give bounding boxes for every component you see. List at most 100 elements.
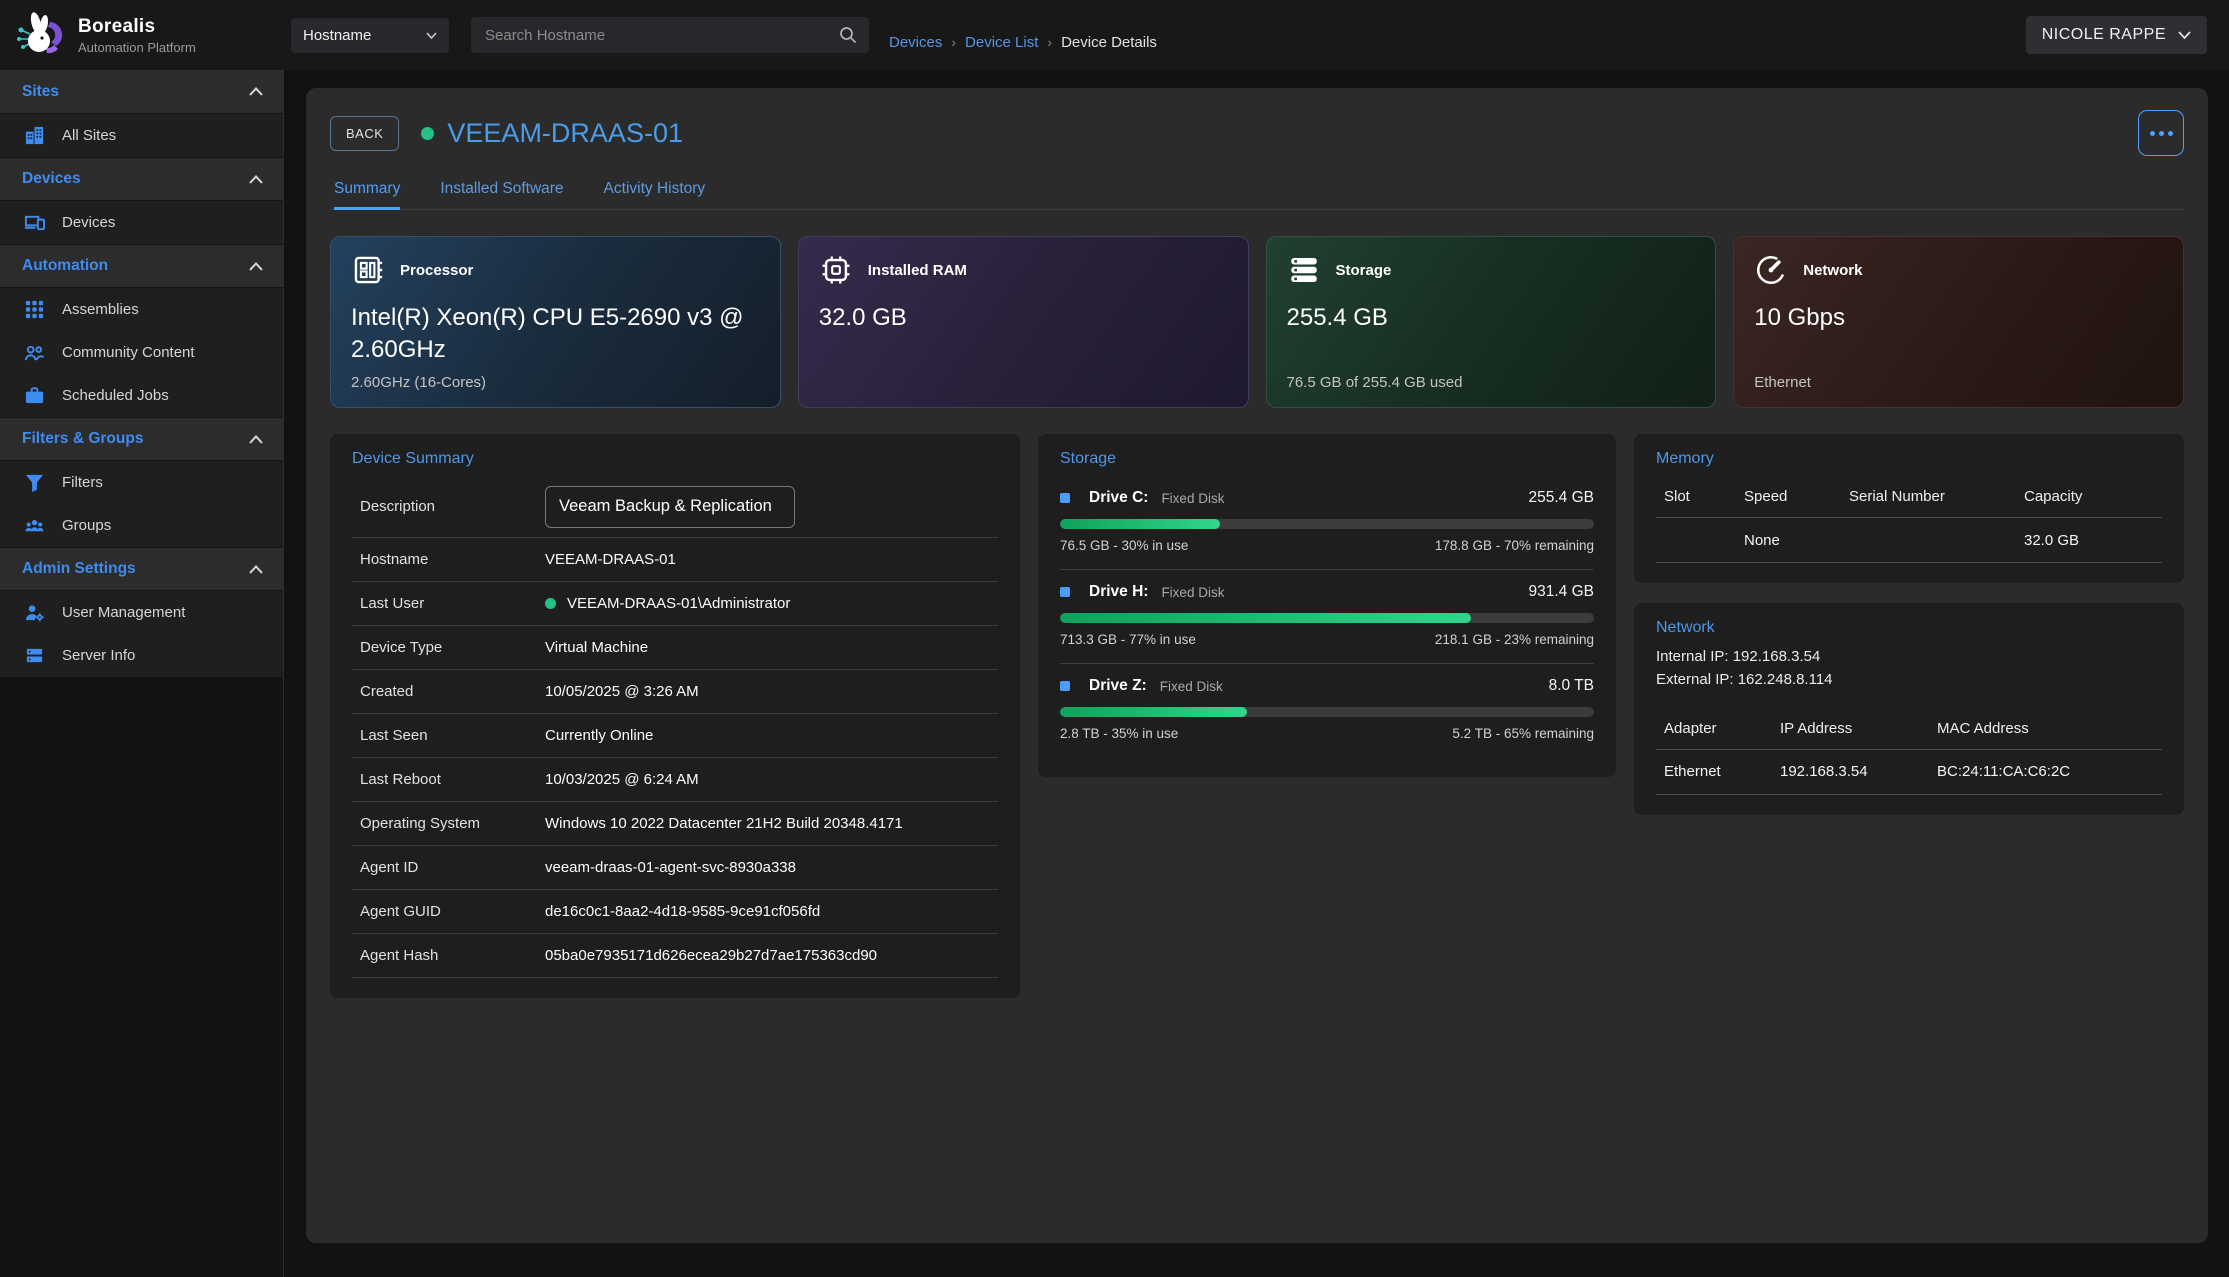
summary-row-created: Created 10/05/2025 @ 3:26 AM — [352, 670, 998, 714]
search-field-dropdown[interactable]: Hostname — [291, 18, 449, 53]
brand-text: Borealis Automation Platform — [78, 16, 196, 55]
sidebar-header-filters-groups[interactable]: Filters & Groups — [0, 417, 283, 461]
sidebar-header-label: Sites — [22, 83, 59, 101]
device-summary-panel: Device Summary Description Hostname VEEA… — [330, 434, 1020, 998]
row-value: 10/05/2025 @ 3:26 AM — [545, 683, 990, 700]
sidebar-item-label: User Management — [62, 604, 185, 621]
sidebar-item-groups[interactable]: Groups — [0, 504, 283, 547]
tab-activity-history[interactable]: Activity History — [604, 180, 706, 209]
drive-name: Drive Z: — [1089, 677, 1147, 695]
tab-summary[interactable]: Summary — [334, 180, 400, 209]
breadcrumb-device-list[interactable]: Device List — [965, 34, 1038, 51]
row-value: Currently Online — [545, 727, 990, 744]
network-adapter-value: Ethernet — [1664, 763, 1780, 780]
row-label: Operating System — [360, 815, 545, 832]
row-value: veeam-draas-01-agent-svc-8930a338 — [545, 859, 990, 876]
drive-usage-bar — [1060, 519, 1594, 529]
drive-usage-fill — [1060, 707, 1247, 717]
sidebar-header-automation[interactable]: Automation — [0, 244, 283, 288]
memory-capacity-value: 32.0 GB — [2024, 532, 2154, 549]
sidebar-item-all-sites[interactable]: All Sites — [0, 114, 283, 157]
memory-table-header: Slot Speed Serial Number Capacity — [1656, 476, 2162, 518]
ellipsis-icon — [2150, 131, 2155, 136]
breadcrumb-devices[interactable]: Devices — [889, 34, 942, 51]
sidebar-item-user-management[interactable]: User Management — [0, 591, 283, 634]
drive-capacity: 8.0 TB — [1549, 677, 1594, 695]
sidebar-item-label: Server Info — [62, 647, 135, 664]
sidebar-item-scheduled-jobs[interactable]: Scheduled Jobs — [0, 374, 283, 417]
network-ip-value: 192.168.3.54 — [1780, 763, 1937, 780]
cpu-icon — [351, 253, 385, 287]
drive-h-row: Drive H: Fixed Disk 931.4 GB 713.3 GB - … — [1060, 570, 1594, 664]
topbar: Borealis Automation Platform Hostname De… — [0, 0, 2229, 70]
row-label: Agent GUID — [360, 903, 545, 920]
breadcrumb: Devices › Device List › Device Details — [889, 34, 1157, 51]
chevron-up-icon — [249, 175, 263, 184]
sidebar-item-label: Filters — [62, 474, 103, 491]
summary-row-description: Description — [352, 476, 998, 538]
ellipsis-icon — [2159, 131, 2164, 136]
description-input[interactable] — [545, 486, 795, 528]
drive-usage-fill — [1060, 519, 1220, 529]
network-col-mac: MAC Address — [1937, 720, 2154, 737]
people-icon — [24, 342, 45, 363]
network-table-row: Ethernet 192.168.3.54 BC:24:11:CA:C6:2C — [1656, 750, 2162, 795]
memory-panel-title: Memory — [1656, 450, 2162, 468]
speedometer-icon — [1754, 253, 1788, 287]
breadcrumb-separator: › — [1047, 34, 1052, 50]
processor-value: Intel(R) Xeon(R) CPU E5-2690 v3 @ 2.60GH… — [351, 302, 760, 367]
drive-bullet-icon — [1060, 493, 1070, 503]
drive-type: Fixed Disk — [1160, 679, 1223, 694]
sidebar-item-assemblies[interactable]: Assemblies — [0, 288, 283, 331]
chevron-up-icon — [249, 87, 263, 96]
ram-chip-icon — [819, 253, 853, 287]
search-field-dropdown-value: Hostname — [303, 27, 371, 44]
ellipsis-icon — [2168, 131, 2173, 136]
row-label: Last Seen — [360, 727, 545, 744]
network-panel-title: Network — [1656, 619, 2162, 637]
memory-table-row: None 32.0 GB — [1656, 518, 2162, 563]
drive-name: Drive C: — [1089, 489, 1148, 507]
card-label: Storage — [1336, 262, 1392, 279]
device-title: VEEAM-DRAAS-01 — [447, 118, 683, 149]
sidebar-item-devices[interactable]: Devices — [0, 201, 283, 244]
sidebar-item-filters[interactable]: Filters — [0, 461, 283, 504]
search-box — [471, 17, 869, 53]
device-header: BACK VEEAM-DRAAS-01 — [330, 110, 2184, 156]
row-value: 10/03/2025 @ 6:24 AM — [545, 771, 990, 788]
device-actions-menu-button[interactable] — [2138, 110, 2184, 156]
row-value: de16c0c1-8aa2-4d18-9585-9ce91cf056fd — [545, 903, 990, 920]
summary-row-last-seen: Last Seen Currently Online — [352, 714, 998, 758]
network-card: Network 10 Gbps Ethernet — [1733, 236, 2184, 408]
network-col-ip: IP Address — [1780, 720, 1937, 737]
row-label: Description — [360, 498, 545, 515]
brand-logo-block: Borealis Automation Platform — [0, 8, 285, 62]
chevron-up-icon — [249, 435, 263, 444]
internal-ip: Internal IP: 192.168.3.54 — [1656, 645, 2162, 668]
devices-icon — [24, 212, 45, 233]
device-details-panel: BACK VEEAM-DRAAS-01 Summary Installed So… — [306, 88, 2208, 1243]
search-input[interactable] — [471, 17, 869, 53]
sidebar-header-admin-settings[interactable]: Admin Settings — [0, 547, 283, 591]
user-menu-button[interactable]: NICOLE RAPPE — [2026, 16, 2207, 54]
sidebar-header-devices[interactable]: Devices — [0, 157, 283, 201]
storage-card: Storage 255.4 GB 76.5 GB of 255.4 GB use… — [1266, 236, 1717, 408]
sidebar-item-server-info[interactable]: Server Info — [0, 634, 283, 677]
tab-installed-software[interactable]: Installed Software — [440, 180, 563, 209]
sidebar-section-filters-groups: Filters & Groups Filters Groups — [0, 417, 283, 547]
sidebar-section-admin-settings: Admin Settings User Management — [0, 547, 283, 677]
summary-row-agent-id: Agent ID veeam-draas-01-agent-svc-8930a3… — [352, 846, 998, 890]
drive-bullet-icon — [1060, 681, 1070, 691]
back-button[interactable]: BACK — [330, 116, 399, 151]
sidebar-header-sites[interactable]: Sites — [0, 70, 283, 114]
storage-stack-icon — [1287, 253, 1321, 287]
drive-usage-bar — [1060, 613, 1594, 623]
summary-row-agent-hash: Agent Hash 05ba0e7935171d626ecea29b27d7a… — [352, 934, 998, 978]
sidebar-item-community-content[interactable]: Community Content — [0, 331, 283, 374]
brand-name: Borealis — [78, 16, 196, 38]
storage-panel: Storage Drive C: Fixed Disk 255.4 GB 76.… — [1038, 434, 1616, 777]
sidebar-section-automation: Automation Assemblies Community Co — [0, 244, 283, 417]
grid-icon — [24, 299, 45, 320]
row-label: Last User — [360, 595, 545, 612]
drive-c-row: Drive C: Fixed Disk 255.4 GB 76.5 GB - 3… — [1060, 476, 1594, 570]
